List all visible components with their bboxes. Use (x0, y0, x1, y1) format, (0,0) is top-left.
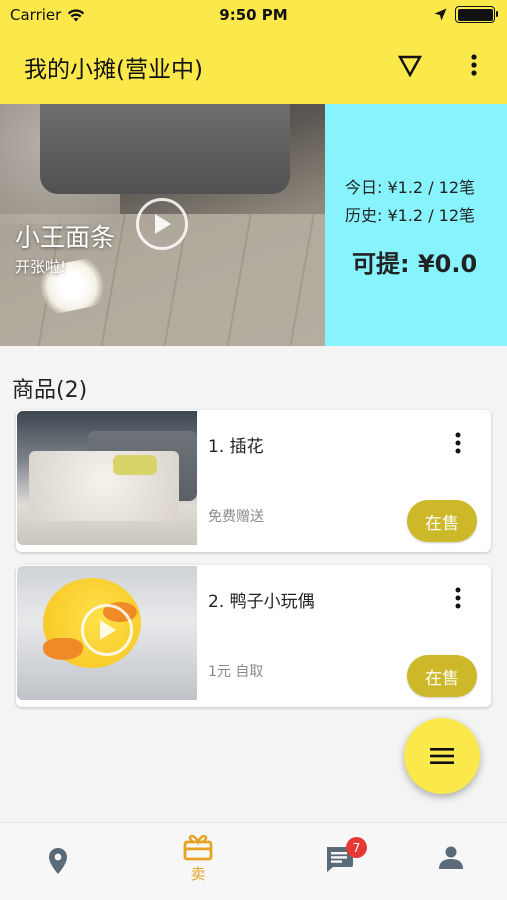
goods-card[interactable]: 2. 鸭子小玩偶 1元 自取 在售 (16, 565, 491, 707)
goods-desc: 免费赠送 (208, 509, 264, 525)
nav-sell[interactable]: 卖 (148, 823, 248, 900)
today-earnings: 今日: ¥1.2 / 12笔 (345, 178, 476, 197)
menu-fab-button[interactable] (404, 718, 480, 794)
play-icon (155, 214, 171, 234)
more-vert-icon (455, 587, 461, 609)
shop-icon (183, 835, 213, 861)
banner-sofa-image (40, 104, 290, 194)
goods-card[interactable]: 1. 插花 免费赠送 在售 (16, 410, 491, 552)
menu-icon (430, 748, 454, 764)
more-vert-icon (455, 432, 461, 454)
person-icon (439, 846, 463, 869)
goods-name: 2. 鸭子小玩偶 (208, 592, 315, 612)
location-pin-icon (49, 848, 67, 874)
goods-name: 1. 插花 (208, 437, 264, 457)
bottom-navigation: 卖 7 (0, 822, 507, 900)
history-earnings: 历史: ¥1.2 / 12笔 (345, 206, 476, 225)
app-header: Carrier 9:50 PM 我的小摊(营业中) (0, 0, 507, 104)
status-time: 9:50 PM (219, 6, 288, 24)
goods-thumbnail (17, 411, 197, 545)
play-icon (100, 620, 116, 640)
filter-button[interactable] (396, 52, 424, 80)
nav-messages[interactable]: 7 (289, 823, 389, 900)
status-right (434, 6, 498, 23)
more-menu-button[interactable] (462, 50, 486, 80)
location-arrow-icon (434, 8, 447, 21)
more-vert-icon (471, 54, 477, 76)
goods-more-button[interactable] (448, 583, 468, 613)
goods-desc: 1元 自取 (208, 664, 264, 680)
status-bar: Carrier 9:50 PM (0, 0, 507, 30)
goods-thumbnail (17, 566, 197, 700)
play-video-button[interactable] (136, 198, 188, 250)
withdrawable-amount[interactable]: 可提: ¥0.0 (352, 244, 477, 279)
goods-section-title: 商品(2) (12, 378, 88, 403)
nav-sell-label: 卖 (190, 865, 206, 883)
page-title: 我的小摊(营业中) (24, 57, 203, 83)
message-count-badge: 7 (346, 837, 367, 858)
onsale-button[interactable]: 在售 (407, 500, 477, 542)
play-video-button[interactable] (81, 604, 133, 656)
battery-icon (455, 6, 498, 23)
stall-name: 小王面条 (15, 223, 116, 252)
triangle-filter-icon (398, 55, 422, 77)
nav-location[interactable] (8, 823, 108, 900)
nav-profile[interactable] (401, 823, 501, 900)
stall-subtitle: 开张啦! (15, 258, 67, 276)
goods-more-button[interactable] (448, 428, 468, 458)
onsale-button[interactable]: 在售 (407, 655, 477, 697)
